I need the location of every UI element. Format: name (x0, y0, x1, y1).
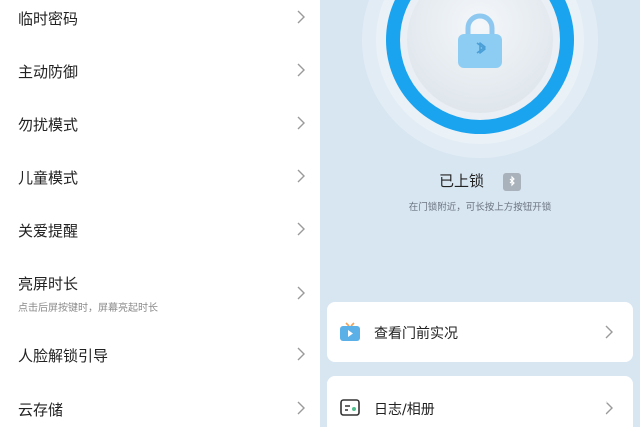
menu-item-child-mode[interactable]: 儿童模式 (0, 159, 320, 212)
chevron-right-icon (297, 10, 305, 24)
chevron-right-icon (297, 222, 305, 236)
lock-panel: 已上锁 在门锁附近，可长按上方按钮开锁 查看门前实况 日志/相册 新 众 (320, 0, 640, 427)
watermark: 新 众 (591, 401, 634, 421)
menu-item-label: 勿扰模式 (18, 116, 79, 134)
chevron-right-icon (297, 63, 305, 77)
log-album-icon (340, 399, 360, 416)
menu-item-screen-on-duration[interactable]: 亮屏时长 点击后屏按键时，屏幕亮起时长 (0, 265, 320, 325)
menu-item-cloud-storage[interactable]: 云存储 (0, 389, 320, 427)
chevron-right-icon (297, 169, 305, 183)
chevron-right-icon (605, 325, 613, 339)
card-label: 日志/相册 (374, 402, 435, 418)
settings-list: 临时密码 主动防御 勿扰模式 儿童模式 关爱提醒 亮屏时长 点击后屏按键时，屏幕… (0, 0, 320, 427)
menu-item-do-not-disturb[interactable]: 勿扰模式 (0, 106, 320, 159)
menu-item-label: 关爱提醒 (18, 222, 79, 240)
menu-item-active-defense[interactable]: 主动防御 (0, 53, 320, 106)
lock-status-line: 已上锁 (320, 170, 640, 191)
live-view-card[interactable]: 查看门前实况 (327, 302, 633, 362)
tv-camera-icon (340, 322, 360, 341)
lock-status: 已上锁 (438, 172, 484, 190)
lock-bluetooth-icon (458, 13, 502, 68)
menu-item-label: 云存储 (18, 401, 64, 419)
menu-item-label: 亮屏时长 (18, 275, 79, 293)
bluetooth-icon (503, 172, 522, 191)
unlock-hint: 在门锁附近，可长按上方按钮开锁 (408, 202, 552, 213)
menu-item-temp-password[interactable]: 临时密码 (0, 0, 320, 53)
menu-item-label: 人脸解锁引导 (18, 347, 109, 365)
menu-item-label: 临时密码 (18, 10, 79, 28)
chevron-right-icon (297, 286, 305, 300)
menu-item-sublabel: 点击后屏按键时，屏幕亮起时长 (18, 303, 158, 314)
menu-item-care-reminder[interactable]: 关爱提醒 (0, 212, 320, 265)
card-label: 查看门前实况 (374, 326, 458, 342)
chevron-right-icon (297, 116, 305, 130)
log-album-card[interactable]: 日志/相册 (327, 376, 633, 427)
menu-item-label: 主动防御 (18, 63, 79, 81)
chevron-right-icon (297, 401, 305, 415)
menu-item-face-unlock-guide[interactable]: 人脸解锁引导 (0, 335, 320, 388)
chevron-right-icon (297, 347, 305, 361)
menu-item-label: 儿童模式 (18, 169, 79, 187)
